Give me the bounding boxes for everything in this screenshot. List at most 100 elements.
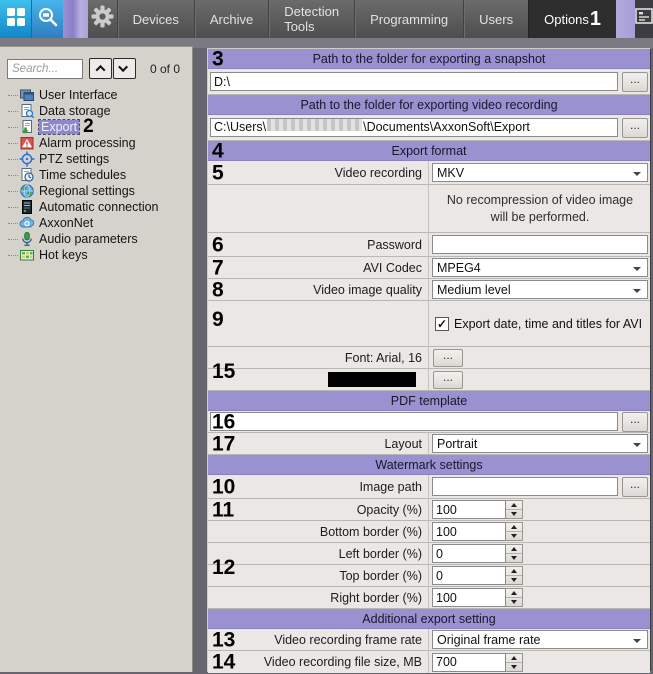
video-recording-label: Video recording bbox=[208, 161, 429, 184]
video-quality-select[interactable]: Medium level bbox=[432, 280, 648, 299]
avi-codec-label: AVI Codec bbox=[208, 257, 429, 278]
top-border-row: Top border (%) bbox=[208, 565, 650, 587]
left-border-input[interactable] bbox=[432, 544, 506, 563]
spinner-up-icon bbox=[511, 547, 517, 551]
tiles-icon bbox=[5, 6, 27, 33]
filesize-label: Video recording file size, MB bbox=[208, 651, 429, 673]
menu-item-users[interactable]: Users bbox=[463, 0, 528, 38]
sidebar-item-hot-keys[interactable]: Hot keys bbox=[0, 247, 192, 263]
left-border-spinner[interactable] bbox=[506, 544, 523, 563]
window-icon bbox=[19, 87, 35, 103]
video-path-browse-button[interactable]: ... bbox=[622, 117, 648, 138]
video-recording-row: 5 Video recording MKV bbox=[208, 161, 650, 185]
image-path-row: 10 Image path ... bbox=[208, 475, 650, 499]
menu-item-devices[interactable]: Devices bbox=[116, 0, 194, 38]
avi-codec-select[interactable]: MPEG4 bbox=[432, 258, 648, 277]
password-row: 6 Password bbox=[208, 233, 650, 257]
layout-select[interactable]: Portrait bbox=[432, 434, 648, 453]
menu-item-archive[interactable]: Archive bbox=[193, 0, 268, 38]
report-panel-icon bbox=[635, 8, 653, 30]
annotation-12: 12 bbox=[212, 556, 236, 579]
settings-gear-button[interactable] bbox=[88, 0, 117, 38]
menu-label: Programming bbox=[370, 11, 449, 27]
annotation-8: 8 bbox=[212, 278, 224, 301]
gear-icon bbox=[91, 5, 114, 33]
font-row: 15 Font: Arial, 16 ... bbox=[208, 347, 650, 382]
chevron-down-icon bbox=[118, 62, 129, 73]
bottom-border-spinner[interactable] bbox=[506, 522, 523, 541]
dropdown-arrow-icon bbox=[633, 172, 641, 176]
font-label: Font: Arial, 16 bbox=[208, 347, 429, 368]
font-browse-button[interactable]: ... bbox=[433, 348, 463, 367]
video-quality-row: 8 Video image quality Medium level bbox=[208, 279, 650, 301]
alarm-icon bbox=[19, 135, 35, 151]
font-color-browse-button[interactable]: ... bbox=[433, 370, 463, 389]
menu-item-programming[interactable]: Programming bbox=[354, 0, 463, 38]
sidebar-item-data-storage[interactable]: Data storage bbox=[0, 103, 192, 119]
panel-view-button[interactable] bbox=[634, 0, 653, 38]
video-quality-label: Video image quality bbox=[208, 279, 429, 300]
right-border-spinner[interactable] bbox=[506, 588, 523, 607]
sidebar-item-automatic-connection[interactable]: Automatic connection bbox=[0, 199, 192, 215]
search-input[interactable] bbox=[7, 58, 83, 79]
search-match-count: 0 of 0 bbox=[150, 61, 181, 76]
video-path-field[interactable]: C:\Users\ \Documents\AxxonSoft\Export bbox=[210, 118, 618, 137]
top-border-spinner[interactable] bbox=[506, 566, 523, 585]
bottom-border-input[interactable] bbox=[432, 522, 506, 541]
annotation-15: 15 bbox=[212, 360, 236, 383]
export-settings-panel: 3 Path to the folder for exporting a sna… bbox=[207, 48, 651, 673]
opacity-input[interactable] bbox=[432, 500, 506, 519]
font-color-swatch[interactable] bbox=[328, 372, 416, 387]
annotation-10: 10 bbox=[212, 475, 236, 498]
layout-row: 17 Layout Portrait bbox=[208, 433, 650, 455]
annotation-5: 5 bbox=[212, 161, 224, 184]
sidebar-item-alarm-processing[interactable]: Alarm processing bbox=[0, 135, 192, 151]
annotation-11: 11 bbox=[212, 498, 235, 521]
pdf-template-browse-button[interactable]: ... bbox=[622, 411, 648, 432]
snapshot-path-input[interactable] bbox=[210, 72, 618, 91]
spinner-down-icon bbox=[511, 534, 517, 538]
layouts-button[interactable] bbox=[0, 0, 32, 38]
sidebar-item-ptz-settings[interactable]: PTZ settings bbox=[0, 151, 192, 167]
export-document-icon bbox=[19, 119, 35, 135]
sidebar-item-user-interface[interactable]: User Interface bbox=[0, 87, 192, 103]
search-prev-button[interactable] bbox=[89, 58, 112, 79]
purple-divider-right bbox=[616, 0, 635, 38]
menu-item-detection-tools[interactable]: Detection Tools bbox=[268, 0, 354, 38]
left-border-label: Left border (%) bbox=[208, 543, 429, 564]
opacity-row: 11 Opacity (%) bbox=[208, 499, 650, 521]
opacity-spinner[interactable] bbox=[506, 500, 523, 519]
image-path-label: Image path bbox=[208, 475, 429, 498]
titles-checkbox[interactable]: ✓ bbox=[435, 316, 449, 331]
dropdown-arrow-icon bbox=[633, 289, 641, 293]
framerate-select[interactable]: Original frame rate bbox=[432, 630, 648, 649]
filesize-input[interactable] bbox=[432, 652, 506, 672]
annotation-4: 4 bbox=[212, 139, 224, 162]
sidebar-item-export[interactable]: Export 2 bbox=[0, 116, 192, 137]
crosshair-icon bbox=[19, 151, 35, 167]
keyboard-icon bbox=[19, 247, 35, 263]
camera-search-icon bbox=[36, 5, 60, 34]
filesize-spinner[interactable] bbox=[506, 652, 523, 672]
image-path-browse-button[interactable]: ... bbox=[622, 476, 648, 497]
titles-checkbox-label: Export date, time and titles for AVI bbox=[454, 316, 643, 331]
password-input[interactable] bbox=[432, 235, 648, 254]
sidebar-item-axxonnet[interactable]: AxxonNet bbox=[0, 215, 192, 231]
video-search-button[interactable] bbox=[31, 0, 64, 38]
pdf-template-row: 16 ... bbox=[208, 411, 650, 433]
sidebar-item-audio-parameters[interactable]: Audio parameters bbox=[0, 231, 192, 247]
annotation-17: 17 bbox=[212, 432, 236, 455]
right-border-input[interactable] bbox=[432, 588, 506, 607]
recompression-note: No recompression of video image will be … bbox=[446, 192, 634, 224]
menu-item-options[interactable]: Options 1 bbox=[528, 0, 617, 38]
sidebar-item-regional-settings[interactable]: Regional settings bbox=[0, 183, 192, 199]
search-next-button[interactable] bbox=[113, 58, 136, 79]
image-path-input[interactable] bbox=[432, 477, 618, 496]
video-recording-select[interactable]: MKV bbox=[432, 163, 648, 182]
pdf-template-input[interactable] bbox=[210, 412, 618, 431]
spinner-down-icon bbox=[511, 664, 517, 669]
snapshot-browse-button[interactable]: ... bbox=[622, 71, 648, 92]
menu-label: Users bbox=[479, 11, 514, 27]
top-border-input[interactable] bbox=[432, 566, 506, 585]
sidebar-item-time-schedules[interactable]: Time schedules bbox=[0, 167, 192, 183]
